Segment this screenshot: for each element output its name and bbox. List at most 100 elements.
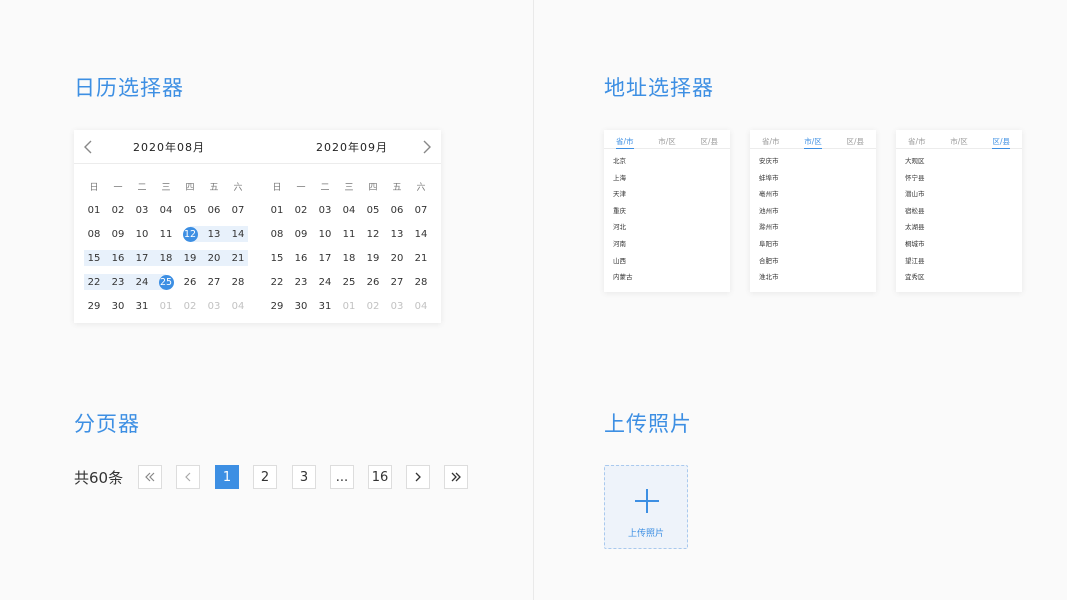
calendar-day[interactable]: 05 [361,198,385,222]
address-list-item[interactable]: 池州市 [759,206,876,223]
calendar-day[interactable]: 02 [106,198,130,222]
calendar-day[interactable]: 09 [289,222,313,246]
calendar-day[interactable]: 25 [337,270,361,294]
calendar-day[interactable]: 18 [337,246,361,270]
address-tab[interactable]: 区/县 [846,136,864,149]
calendar-day[interactable]: 26 [178,270,202,294]
calendar-day[interactable]: 01 [82,198,106,222]
address-list-item[interactable]: 重庆 [613,206,730,223]
page-button-16[interactable]: 16 [368,465,392,489]
calendar-day[interactable]: 04 [154,198,178,222]
address-list-item[interactable]: 河南 [613,239,730,256]
address-list-item[interactable]: 河北 [613,222,730,239]
address-list-item[interactable]: 合肥市 [759,256,876,273]
address-list-item[interactable]: 亳州市 [759,189,876,206]
calendar-day[interactable]: 22 [82,270,106,294]
calendar-day[interactable]: 31 [130,294,154,318]
next-month-button[interactable] [419,139,435,155]
address-list-item[interactable]: 天津 [613,189,730,206]
calendar-day[interactable]: 07 [226,198,250,222]
address-tab[interactable]: 市/区 [804,136,822,149]
calendar-day[interactable]: 19 [178,246,202,270]
calendar-day[interactable]: 03 [130,198,154,222]
calendar-day[interactable]: 17 [130,246,154,270]
address-tab[interactable]: 区/县 [700,136,718,149]
address-list-item[interactable]: 淮北市 [759,272,876,289]
address-list-item[interactable]: 山西 [613,256,730,273]
calendar-day[interactable]: 23 [106,270,130,294]
calendar-day[interactable]: 17 [313,246,337,270]
calendar-day[interactable]: 11 [337,222,361,246]
calendar-day[interactable]: 21 [409,246,433,270]
address-list-item[interactable]: 蚌埠市 [759,173,876,190]
address-list-item[interactable]: 滁州市 [759,222,876,239]
address-tab[interactable]: 区/县 [992,136,1010,149]
calendar-day[interactable]: 21 [226,246,250,270]
calendar-day[interactable]: 14 [226,222,250,246]
calendar-day[interactable]: 08 [82,222,106,246]
calendar-day[interactable]: 19 [361,246,385,270]
calendar-day[interactable]: 09 [106,222,130,246]
next-page-button[interactable] [406,465,430,489]
upload-photo-button[interactable]: 上传照片 [604,465,688,549]
page-button-2[interactable]: 2 [253,465,277,489]
calendar-day[interactable]: 30 [106,294,130,318]
calendar-day[interactable]: 13 [385,222,409,246]
calendar-day[interactable]: 31 [313,294,337,318]
address-tab[interactable]: 省/市 [908,136,926,149]
calendar-day[interactable]: 10 [313,222,337,246]
prev-month-button[interactable] [80,139,96,155]
calendar-day[interactable]: 15 [82,246,106,270]
address-tab[interactable]: 市/区 [658,136,676,149]
calendar-day[interactable]: 15 [265,246,289,270]
calendar-day[interactable]: 07 [409,198,433,222]
page-button-3[interactable]: 3 [292,465,316,489]
address-list-item[interactable]: 太湖县 [905,222,1022,239]
address-list-item[interactable]: 望江县 [905,256,1022,273]
calendar-day[interactable]: 27 [385,270,409,294]
calendar-day[interactable]: 20 [202,246,226,270]
first-page-button[interactable] [138,465,162,489]
calendar-day[interactable]: 18 [154,246,178,270]
calendar-day[interactable]: 08 [265,222,289,246]
calendar-day[interactable]: 03 [313,198,337,222]
calendar-day[interactable]: 28 [409,270,433,294]
address-tab[interactable]: 省/市 [762,136,780,149]
calendar-day[interactable]: 26 [361,270,385,294]
address-list-item[interactable]: 宜秀区 [905,272,1022,289]
last-page-button[interactable] [444,465,468,489]
address-list-item[interactable]: 北京 [613,156,730,173]
calendar-day[interactable]: 13 [202,222,226,246]
calendar-day[interactable]: 16 [289,246,313,270]
address-list-item[interactable]: 宿松县 [905,206,1022,223]
address-list-item[interactable]: 上海 [613,173,730,190]
calendar-day[interactable]: 12 [361,222,385,246]
address-list-item[interactable]: 怀宁县 [905,173,1022,190]
calendar-day[interactable]: 11 [154,222,178,246]
calendar-day[interactable]: 16 [106,246,130,270]
address-list-item[interactable]: 阜阳市 [759,239,876,256]
calendar-day[interactable]: 24 [313,270,337,294]
calendar-day[interactable]: 05 [178,198,202,222]
prev-page-button[interactable] [176,465,200,489]
calendar-day[interactable]: 06 [385,198,409,222]
calendar-day[interactable]: 23 [289,270,313,294]
address-tab[interactable]: 省/市 [616,136,634,149]
calendar-day[interactable]: 25 [154,270,178,294]
calendar-day[interactable]: 14 [409,222,433,246]
address-tab[interactable]: 市/区 [950,136,968,149]
calendar-day[interactable]: 29 [265,294,289,318]
calendar-day[interactable]: 06 [202,198,226,222]
calendar-day[interactable]: 01 [265,198,289,222]
calendar-day[interactable]: 10 [130,222,154,246]
page-ellipsis[interactable]: ... [330,465,354,489]
calendar-day[interactable]: 24 [130,270,154,294]
calendar-day[interactable]: 27 [202,270,226,294]
calendar-day[interactable]: 22 [265,270,289,294]
calendar-day[interactable]: 20 [385,246,409,270]
address-list-item[interactable]: 桐城市 [905,239,1022,256]
calendar-day[interactable]: 30 [289,294,313,318]
page-button-1[interactable]: 1 [215,465,239,489]
address-list-item[interactable]: 安庆市 [759,156,876,173]
address-list-item[interactable]: 大观区 [905,156,1022,173]
